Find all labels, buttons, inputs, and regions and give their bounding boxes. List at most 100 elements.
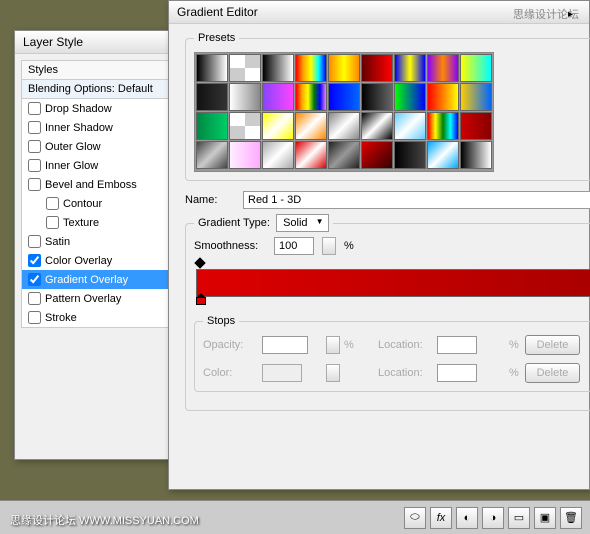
mask-icon[interactable]: ◐: [456, 507, 478, 529]
swatch-grid: [194, 52, 494, 172]
color-stop-left[interactable]: [196, 297, 206, 309]
preset-swatch[interactable]: [394, 112, 426, 140]
blending-options[interactable]: Blending Options: Default: [21, 80, 177, 99]
preset-swatch[interactable]: [460, 112, 492, 140]
style-checkbox[interactable]: [28, 235, 41, 248]
style-label: Pattern Overlay: [45, 293, 121, 305]
preset-swatch[interactable]: [229, 112, 261, 140]
smoothness-input[interactable]: [274, 237, 314, 255]
gradient-type-dropdown[interactable]: Solid: [276, 214, 328, 232]
preset-swatch[interactable]: [295, 83, 327, 111]
preset-swatch[interactable]: [361, 54, 393, 82]
preset-swatch[interactable]: [295, 112, 327, 140]
opacity-location-input: [437, 336, 477, 354]
preset-swatch[interactable]: [229, 141, 261, 169]
preset-swatch[interactable]: [361, 141, 393, 169]
preset-swatch[interactable]: [229, 54, 261, 82]
style-checkbox[interactable]: [28, 102, 41, 115]
preset-swatch[interactable]: [361, 83, 393, 111]
opacity-location-percent: %: [509, 339, 521, 351]
style-item-pattern-overlay[interactable]: Pattern Overlay: [22, 289, 176, 308]
preset-swatch[interactable]: [427, 83, 459, 111]
preset-swatch[interactable]: [196, 83, 228, 111]
style-item-stroke[interactable]: Stroke: [22, 308, 176, 327]
preset-swatch[interactable]: [394, 54, 426, 82]
style-item-contour[interactable]: Contour: [22, 194, 176, 213]
style-label: Gradient Overlay: [45, 274, 128, 286]
color-label: Color:: [203, 367, 258, 379]
link-icon[interactable]: ⬭: [404, 507, 426, 529]
name-label: Name:: [185, 194, 235, 206]
preset-swatch[interactable]: [262, 112, 294, 140]
preset-swatch[interactable]: [328, 83, 360, 111]
gradient-bar[interactable]: [196, 269, 590, 297]
preset-swatch[interactable]: [427, 141, 459, 169]
opacity-location-label: Location:: [378, 339, 433, 351]
preset-swatch[interactable]: [328, 112, 360, 140]
adjustment-icon[interactable]: ◑: [482, 507, 504, 529]
opacity-percent: %: [344, 339, 374, 351]
preset-swatch[interactable]: [394, 141, 426, 169]
style-item-outer-glow[interactable]: Outer Glow: [22, 137, 176, 156]
preset-swatch[interactable]: [361, 112, 393, 140]
presets-menu-icon[interactable]: ▸: [568, 9, 573, 20]
style-checkbox[interactable]: [46, 216, 59, 229]
preset-swatch[interactable]: [196, 141, 228, 169]
preset-swatch[interactable]: [262, 141, 294, 169]
presets-fieldset: Presets ▸: [185, 32, 590, 181]
opacity-delete-button: Delete: [525, 335, 580, 355]
style-checkbox[interactable]: [28, 292, 41, 305]
preset-swatch[interactable]: [460, 83, 492, 111]
style-checkbox[interactable]: [28, 178, 41, 191]
smoothness-spinner[interactable]: [322, 237, 336, 255]
preset-swatch[interactable]: [196, 54, 228, 82]
preset-swatch[interactable]: [460, 141, 492, 169]
name-input[interactable]: [243, 191, 590, 209]
opacity-input: [262, 336, 308, 354]
style-item-bevel-and-emboss[interactable]: Bevel and Emboss: [22, 175, 176, 194]
color-location-label: Location:: [378, 367, 433, 379]
style-checkbox[interactable]: [28, 254, 41, 267]
preset-swatch[interactable]: [229, 83, 261, 111]
style-item-drop-shadow[interactable]: Drop Shadow: [22, 99, 176, 118]
stops-label: Stops: [203, 315, 239, 327]
style-label: Bevel and Emboss: [45, 179, 137, 191]
preset-swatch[interactable]: [295, 54, 327, 82]
preset-swatch[interactable]: [394, 83, 426, 111]
stops-fieldset: Stops Opacity: % Location: % Delete Colo…: [194, 315, 590, 392]
style-checkbox[interactable]: [28, 140, 41, 153]
style-item-inner-shadow[interactable]: Inner Shadow: [22, 118, 176, 137]
preset-swatch[interactable]: [427, 54, 459, 82]
style-item-satin[interactable]: Satin: [22, 232, 176, 251]
style-checkbox[interactable]: [28, 273, 41, 286]
smoothness-label: Smoothness:: [194, 240, 266, 252]
new-layer-icon[interactable]: ▣: [534, 507, 556, 529]
preset-swatch[interactable]: [328, 141, 360, 169]
color-spinner: [326, 364, 340, 382]
style-list: Drop Shadow Inner Shadow Outer Glow Inner G…: [21, 99, 177, 328]
preset-swatch[interactable]: [295, 141, 327, 169]
style-item-color-overlay[interactable]: Color Overlay: [22, 251, 176, 270]
style-checkbox[interactable]: [28, 121, 41, 134]
style-checkbox[interactable]: [28, 159, 41, 172]
style-item-inner-glow[interactable]: Inner Glow: [22, 156, 176, 175]
trash-icon[interactable]: 🗑: [560, 507, 582, 529]
opacity-label: Opacity:: [203, 339, 258, 351]
style-label: Inner Shadow: [45, 122, 113, 134]
preset-swatch[interactable]: [262, 83, 294, 111]
style-item-texture[interactable]: Texture: [22, 213, 176, 232]
fx-icon[interactable]: fx: [430, 507, 452, 529]
style-label: Inner Glow: [45, 160, 98, 172]
styles-header[interactable]: Styles: [21, 60, 177, 80]
style-label: Outer Glow: [45, 141, 101, 153]
style-checkbox[interactable]: [46, 197, 59, 210]
preset-swatch[interactable]: [262, 54, 294, 82]
preset-swatch[interactable]: [460, 54, 492, 82]
opacity-stop-left[interactable]: [196, 259, 206, 269]
preset-swatch[interactable]: [196, 112, 228, 140]
style-checkbox[interactable]: [28, 311, 41, 324]
preset-swatch[interactable]: [427, 112, 459, 140]
style-item-gradient-overlay[interactable]: Gradient Overlay: [22, 270, 176, 289]
preset-swatch[interactable]: [328, 54, 360, 82]
folder-icon[interactable]: ▭: [508, 507, 530, 529]
